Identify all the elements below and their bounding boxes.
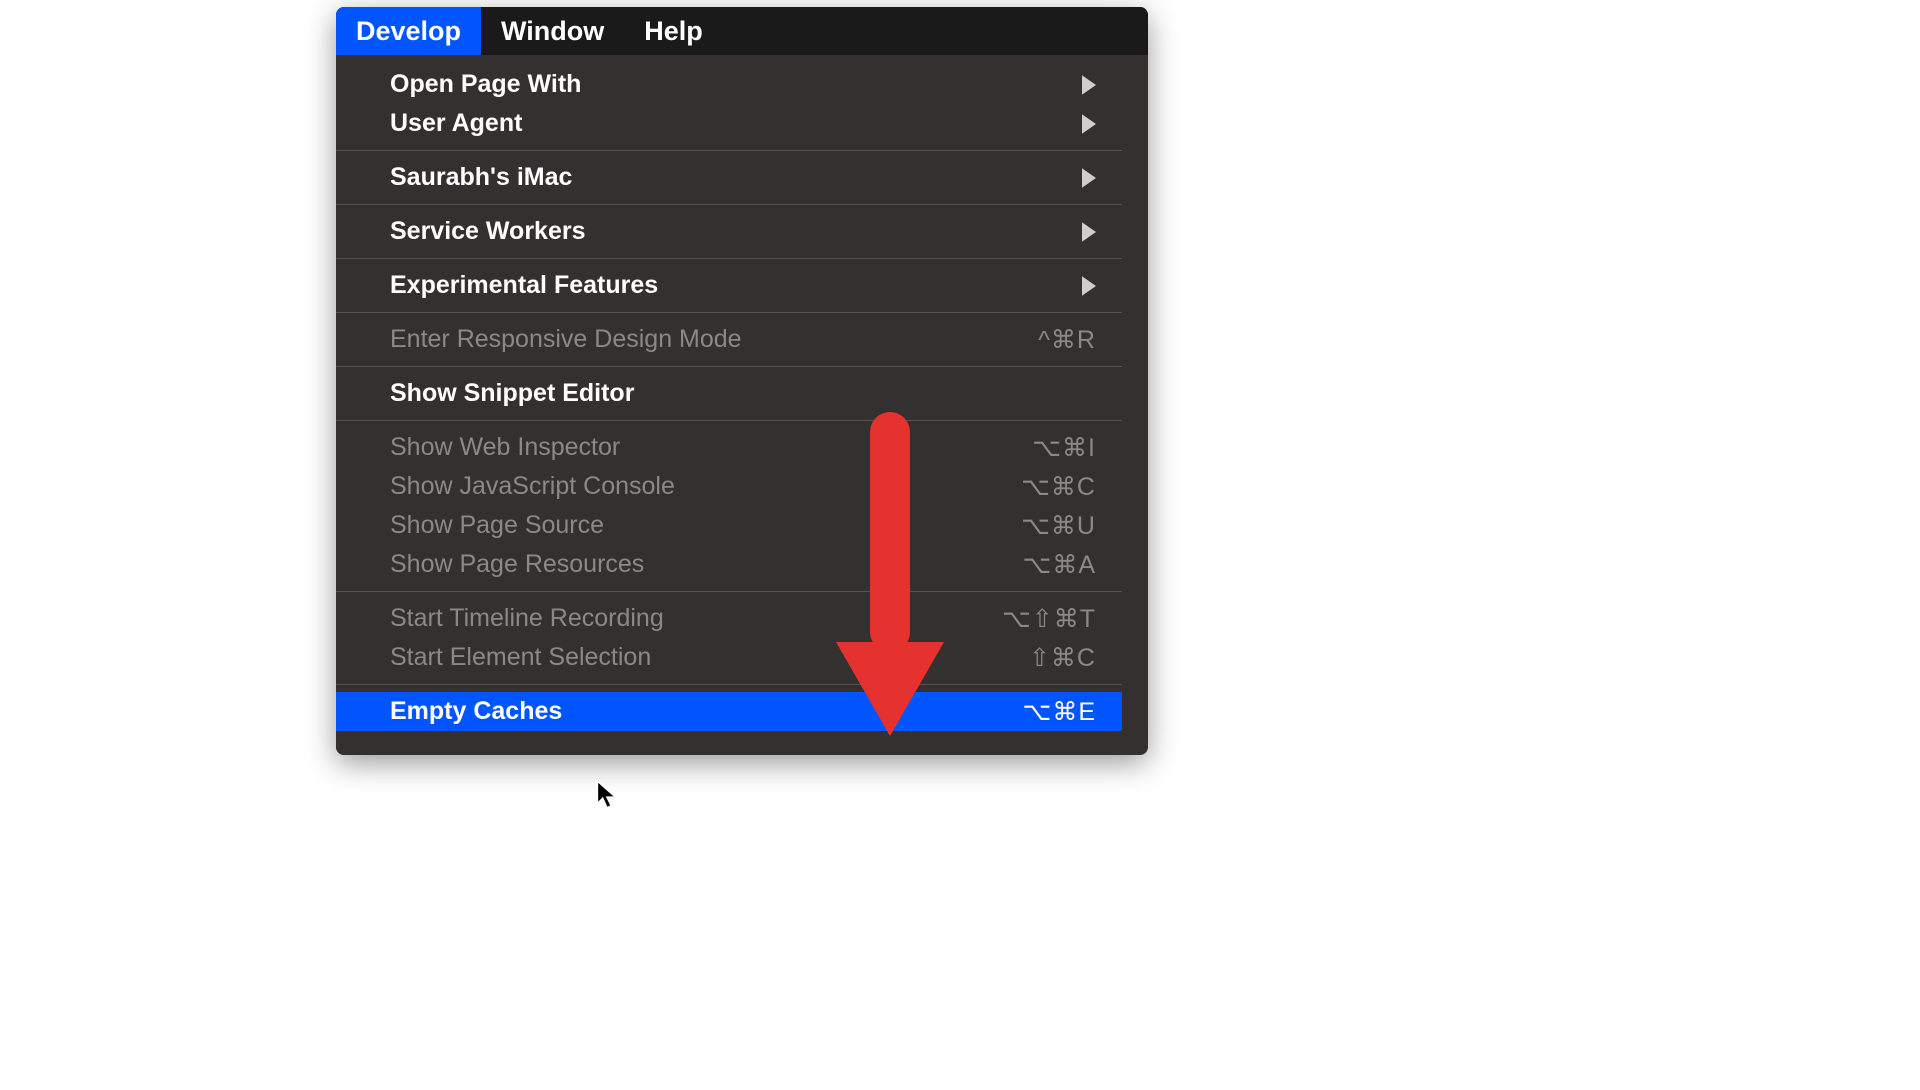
menu-item-service-workers[interactable]: Service Workers — [336, 212, 1122, 251]
menu-bar-item-develop[interactable]: Develop — [336, 7, 481, 55]
menu-item-shortcut: ⌥⌘E — [1023, 697, 1096, 727]
menu-separator — [336, 312, 1122, 313]
menu-item-label: Show Page Source — [390, 511, 604, 540]
menu-item-label: Show JavaScript Console — [390, 472, 675, 501]
menu-item-show-page-resources: Show Page Resources ⌥⌘A — [336, 545, 1122, 584]
menu-item-start-timeline-recording: Start Timeline Recording ⌥⇧⌘T — [336, 599, 1122, 638]
menu-item-responsive-design-mode: Enter Responsive Design Mode ^⌘R — [336, 320, 1122, 359]
menu-item-label: Saurabh's iMac — [390, 163, 572, 192]
submenu-arrow-icon — [1082, 168, 1096, 188]
menu-item-empty-caches[interactable]: Empty Caches ⌥⌘E — [336, 692, 1122, 731]
menu-item-label: Enter Responsive Design Mode — [390, 325, 742, 354]
menu-bar-label: Help — [644, 16, 703, 47]
menu-bar: Develop Window Help — [336, 7, 1148, 55]
menu-item-shortcut: ⌥⌘A — [1023, 550, 1096, 580]
menu-separator — [336, 366, 1122, 367]
menu-item-label: User Agent — [390, 109, 522, 138]
menu-bar-item-help[interactable]: Help — [624, 7, 723, 55]
menu-item-device[interactable]: Saurabh's iMac — [336, 158, 1122, 197]
menu-item-shortcut: ⌥⌘C — [1021, 472, 1096, 502]
menu-item-shortcut: ⌥⌘I — [1032, 433, 1096, 463]
menu-item-show-snippet-editor[interactable]: Show Snippet Editor — [336, 374, 1122, 413]
menu-item-label: Empty Caches — [390, 697, 562, 726]
develop-dropdown: Open Page With User Agent Saurabh's iMac — [336, 55, 1122, 755]
menu-item-open-page-with[interactable]: Open Page With — [336, 65, 1122, 104]
menu-item-shortcut: ⌥⇧⌘T — [1002, 604, 1096, 634]
menu-item-user-agent[interactable]: User Agent — [336, 104, 1122, 143]
submenu-arrow-icon — [1082, 75, 1096, 95]
menu-item-label: Open Page With — [390, 70, 581, 99]
menu-item-show-web-inspector: Show Web Inspector ⌥⌘I — [336, 428, 1122, 467]
menu-separator — [336, 150, 1122, 151]
submenu-arrow-icon — [1082, 276, 1096, 296]
menu-item-label: Show Web Inspector — [390, 433, 620, 462]
menu-item-label: Experimental Features — [390, 271, 658, 300]
mouse-cursor-icon — [596, 780, 618, 810]
develop-menu-window: Develop Window Help Open Page With User … — [336, 7, 1148, 755]
menu-separator — [336, 420, 1122, 421]
menu-item-label: Service Workers — [390, 217, 586, 246]
stage: Develop Window Help Open Page With User … — [0, 0, 1920, 1090]
menu-item-label: Start Timeline Recording — [390, 604, 664, 633]
menu-bar-label: Develop — [356, 16, 461, 47]
menu-item-label: Show Page Resources — [390, 550, 644, 579]
menu-separator — [336, 684, 1122, 685]
menu-item-label: Start Element Selection — [390, 643, 651, 672]
menu-item-shortcut: ⌥⌘U — [1021, 511, 1096, 541]
menu-item-shortcut: ⇧⌘C — [1029, 643, 1096, 673]
menu-bar-label: Window — [501, 16, 604, 47]
submenu-arrow-icon — [1082, 222, 1096, 242]
menu-separator — [336, 204, 1122, 205]
menu-item-shortcut: ^⌘R — [1038, 325, 1096, 355]
menu-item-show-page-source: Show Page Source ⌥⌘U — [336, 506, 1122, 545]
menu-item-show-js-console: Show JavaScript Console ⌥⌘C — [336, 467, 1122, 506]
menu-item-start-element-selection: Start Element Selection ⇧⌘C — [336, 638, 1122, 677]
menu-bar-item-window[interactable]: Window — [481, 7, 624, 55]
menu-separator — [336, 591, 1122, 592]
menu-separator — [336, 258, 1122, 259]
menu-item-label: Show Snippet Editor — [390, 379, 634, 408]
submenu-arrow-icon — [1082, 114, 1096, 134]
menu-item-experimental-features[interactable]: Experimental Features — [336, 266, 1122, 305]
